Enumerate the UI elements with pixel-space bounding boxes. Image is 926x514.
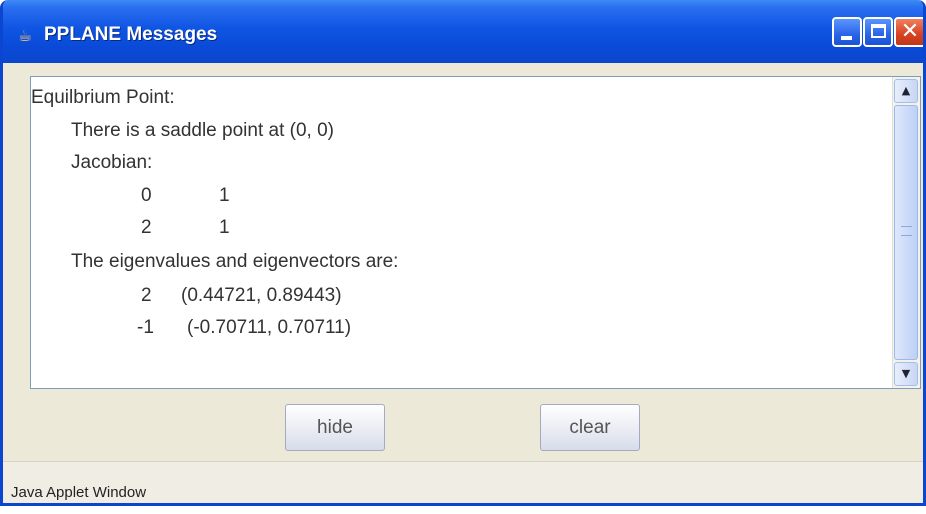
close-icon: ✕ [900,19,920,44]
grip-icon [901,226,912,236]
window-title: PPLANE Messages [44,24,218,45]
pplane-messages-window: ☕ PPLANE Messages ✕ Equilbrium Point: Th… [0,0,926,506]
vertical-scrollbar[interactable]: ▲ ▼ [892,77,920,388]
scrollbar-thumb[interactable] [894,105,918,360]
scroll-down-button[interactable]: ▼ [894,362,918,386]
applet-window-label: Java Applet Window [11,484,147,501]
eigenvalue: -1 [137,317,154,338]
jacobian-cell: 1 [219,185,230,206]
arrow-down-icon: ▼ [901,367,911,380]
clear-button[interactable]: clear [540,404,640,451]
jacobian-cell: 2 [141,217,152,238]
eigenvector: (0.44721, 0.89443) [181,285,342,306]
arrow-up-icon: ▲ [901,84,911,97]
eigenvalue: 2 [141,285,152,306]
message-line: There is a saddle point at (0, 0) [71,120,334,141]
scroll-up-button[interactable]: ▲ [894,79,918,103]
message-line: The eigenvalues and eigenvectors are: [71,251,399,272]
message-text-area[interactable]: Equilbrium Point: There is a saddle poin… [31,77,891,388]
message-line: Jacobian: [71,152,153,173]
eigenvector: (-0.70711, 0.70711) [187,317,352,338]
title-bar[interactable]: ☕ PPLANE Messages ✕ [3,0,923,63]
message-line: Equilbrium Point: [31,87,175,108]
java-cup-icon: ☕ [17,26,33,45]
message-scroll-pane: Equilbrium Point: There is a saddle poin… [30,76,921,389]
hide-button[interactable]: hide [285,404,385,451]
jacobian-cell: 0 [141,185,152,206]
maximize-button[interactable] [863,17,893,47]
jacobian-cell: 1 [219,217,230,238]
close-button[interactable]: ✕ [894,17,923,47]
minimize-button[interactable] [832,17,862,47]
status-bar: Java Applet Window [3,461,923,503]
